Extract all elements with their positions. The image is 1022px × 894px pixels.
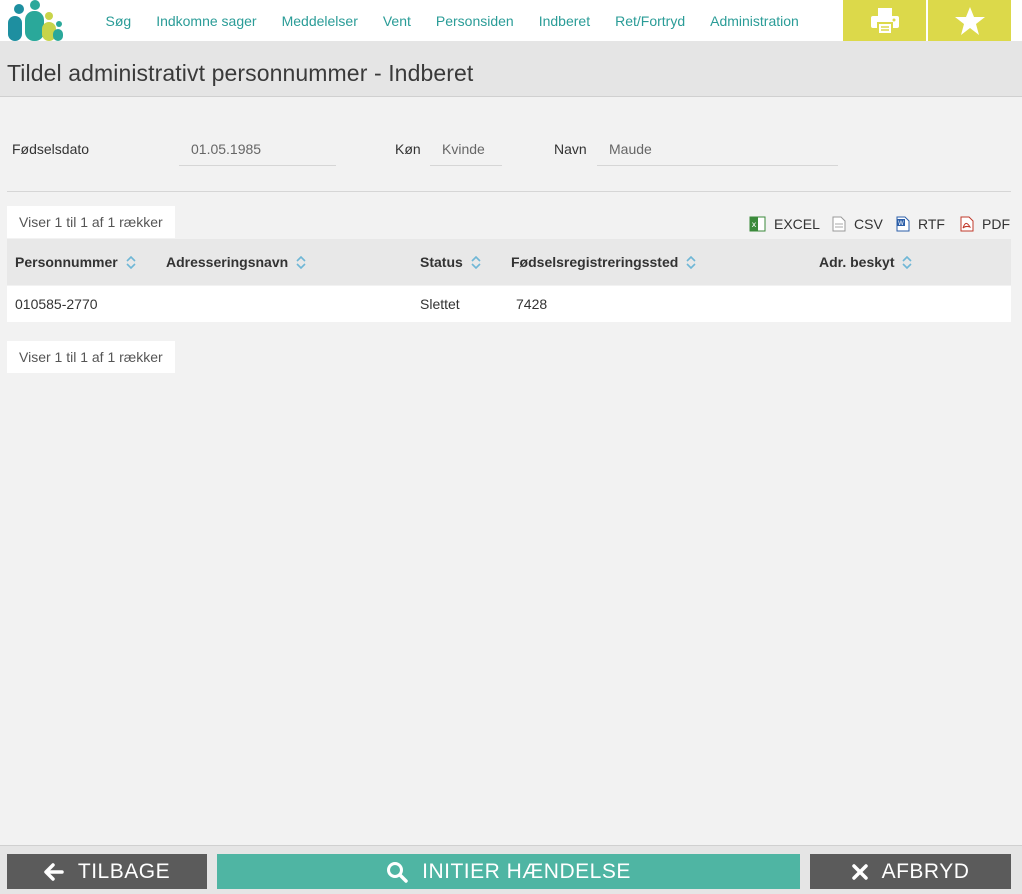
favorite-button[interactable] [928,0,1011,41]
excel-icon: x [749,216,766,232]
export-pdf-button[interactable]: PDF [959,214,1010,234]
export-pdf-label: PDF [982,216,1010,232]
pagination-info-bottom: Viser 1 til 1 af 1 rækker [7,341,175,373]
page-title: Tildel administrativt personnummer - Ind… [7,60,474,86]
name-field[interactable]: Maude [597,133,838,166]
word-file-icon: W [896,216,910,232]
column-header-adr-beskyt[interactable]: Adr. beskyt [819,254,913,270]
sort-icon [471,255,481,269]
pdf-file-icon [960,216,974,232]
nav-item-indkomne-sager[interactable]: Indkomne sager [144,13,269,29]
sort-icon [126,255,136,269]
pagination-info-top: Viser 1 til 1 af 1 rækker [7,206,175,238]
csv-file-icon [832,216,846,232]
initiate-event-label: INITIER HÆNDELSE [422,859,631,883]
back-button-label: TILBAGE [77,859,171,883]
nav-item-meddelelser[interactable]: Meddelelser [269,13,370,29]
svg-text:x: x [752,220,757,229]
section-divider [7,191,1011,192]
name-label: Navn [554,141,587,157]
birthdate-field[interactable]: 01.05.1985 [179,133,336,166]
star-icon [954,6,985,35]
title-bar: Tildel administrativt personnummer - Ind… [0,41,1022,97]
column-header-personnummer[interactable]: Personnummer [15,254,136,270]
nav-item-indberet[interactable]: Indberet [526,13,602,29]
column-header-adresseringsnavn[interactable]: Adresseringsnavn [166,254,306,270]
cancel-button[interactable]: AFBRYD [810,854,1011,889]
gender-label: Køn [395,141,421,157]
top-navigation-bar: Søg Indkomne sager Meddelelser Vent Pers… [0,0,1022,41]
export-csv-button[interactable]: CSV [831,214,883,234]
sort-icon [902,255,913,269]
table-row[interactable]: 010585-2770 Slettet 7428 [7,286,1011,322]
export-csv-label: CSV [854,216,883,232]
cell-personnummer: 010585-2770 [15,296,98,312]
back-button[interactable]: TILBAGE [7,854,207,889]
nav-item-personsiden[interactable]: Personsiden [423,13,526,29]
cell-foedselsregistreringssted: 7428 [516,296,548,312]
nav-item-soeg[interactable]: Søg [93,13,144,29]
column-header-foedselsregistreringssted[interactable]: Fødselsregistreringssted [511,254,696,270]
table-header: Personnummer Adresseringsnavn Status Fød… [7,239,1011,285]
gender-field[interactable]: Kvinde [430,133,502,166]
nav-item-ret-fortryd[interactable]: Ret/Fortryd [603,13,698,29]
logo[interactable] [6,0,64,41]
export-excel-button[interactable]: x EXCEL [749,214,820,234]
cancel-button-label: AFBRYD [881,859,970,883]
nav-item-vent[interactable]: Vent [370,13,423,29]
close-icon [851,863,868,880]
sort-icon [296,255,306,269]
search-icon [387,861,408,883]
svg-text:W: W [898,220,904,227]
main-nav: Søg Indkomne sager Meddelelser Vent Pers… [93,0,811,41]
export-excel-label: EXCEL [774,216,820,232]
people-logo-icon [8,0,63,41]
sort-icon [686,255,696,269]
birthdate-label: Fødselsdato [12,141,90,157]
arrow-left-icon [44,862,64,881]
cell-status: Slettet [420,296,460,312]
nav-item-administration[interactable]: Administration [698,13,812,29]
print-icon [870,7,899,35]
export-rtf-button[interactable]: W RTF [895,214,945,234]
print-button[interactable] [843,0,926,41]
initiate-event-button[interactable]: INITIER HÆNDELSE [217,854,800,889]
column-header-status[interactable]: Status [420,254,481,270]
export-rtf-label: RTF [918,216,945,232]
